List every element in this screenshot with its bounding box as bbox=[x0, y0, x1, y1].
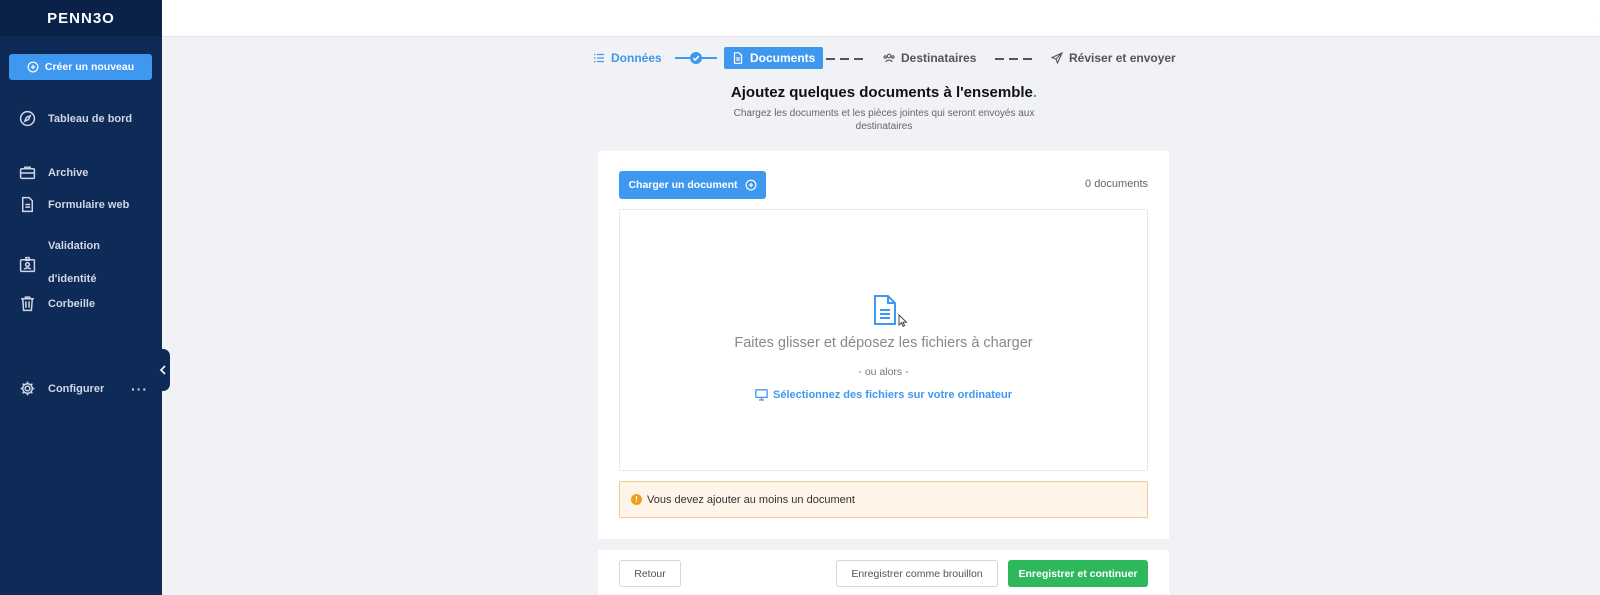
documents-card: Charger un document 0 documents Faites g… bbox=[598, 151, 1169, 539]
page-title-dot: . bbox=[1032, 84, 1038, 101]
sidebar-item-label: Validation d'identité bbox=[48, 230, 100, 296]
sidebar-item-label: Formulaire web bbox=[48, 198, 130, 211]
sidebar-item-webform[interactable]: Formulaire web bbox=[19, 196, 129, 213]
create-new-label: Créer un nouveau bbox=[44, 61, 135, 73]
file-dropzone[interactable]: Faites glisser et déposez les fichiers à… bbox=[619, 209, 1148, 471]
users-icon bbox=[883, 53, 895, 63]
warning-text: Vous devez ajouter au moins un document bbox=[647, 493, 855, 506]
sidebar-item-label: Archive bbox=[48, 166, 89, 179]
plus-circle-icon bbox=[27, 61, 39, 73]
plus-circle-icon bbox=[745, 179, 756, 191]
sidebar-item-label: Corbeille bbox=[48, 297, 96, 310]
document-icon bbox=[733, 52, 743, 64]
gear-icon bbox=[20, 381, 35, 396]
sidebar-item-id-validation[interactable]: Validation d'identité bbox=[19, 230, 100, 296]
compass-icon bbox=[19, 110, 36, 127]
chevron-left-icon bbox=[159, 365, 166, 375]
step-label: Destinataires bbox=[901, 51, 977, 65]
logo[interactable]: PENN3O bbox=[0, 0, 162, 36]
computer-icon bbox=[755, 389, 768, 401]
trash-icon bbox=[21, 296, 34, 312]
page-subtitle: Chargez les documents et les pièces join… bbox=[733, 108, 1035, 132]
step-documents[interactable]: Documents bbox=[724, 47, 824, 69]
step-connector bbox=[826, 58, 868, 60]
mouse-cursor-icon bbox=[898, 314, 908, 328]
document-icon bbox=[21, 196, 34, 213]
create-new-button[interactable]: Créer un nouveau bbox=[9, 54, 152, 80]
top-bar bbox=[162, 0, 1600, 37]
step-label: Données bbox=[611, 51, 662, 65]
step-label: Réviser et envoyer bbox=[1069, 51, 1176, 65]
sidebar-item-label-line2: d'identité bbox=[48, 273, 97, 285]
id-card-icon bbox=[19, 256, 36, 272]
sidebar: PENN3O Créer un nouveau Tableau de bord … bbox=[0, 0, 170, 595]
sidebar-item-label: Configurer bbox=[48, 382, 105, 395]
back-button[interactable]: Retour bbox=[619, 560, 681, 587]
briefcase-icon bbox=[19, 166, 36, 180]
step-label: Documents bbox=[750, 51, 816, 65]
sidebar-item-label-line1: Validation bbox=[48, 240, 100, 252]
save-continue-button[interactable]: Enregistrer et continuer bbox=[1008, 560, 1148, 587]
sidebar-item-label: Tableau de bord bbox=[48, 112, 133, 125]
save-draft-button[interactable]: Enregistrer comme brouillon bbox=[836, 560, 998, 587]
warning-alert: ! Vous devez ajouter au moins un documen… bbox=[619, 481, 1148, 518]
send-icon bbox=[1051, 52, 1063, 64]
select-files-link[interactable]: Sélectionnez des fichiers sur votre ordi… bbox=[620, 389, 1147, 401]
select-files-label: Sélectionnez des fichiers sur votre ordi… bbox=[772, 389, 1012, 401]
document-icon bbox=[874, 295, 896, 325]
more-options-icon[interactable]: ··· bbox=[131, 381, 148, 397]
upload-document-button[interactable]: Charger un document bbox=[619, 171, 766, 199]
dropzone-text: Faites glisser et déposez les fichiers à… bbox=[734, 335, 1033, 351]
upload-document-label: Charger un document bbox=[628, 179, 738, 191]
or-separator: - ou alors - bbox=[858, 366, 909, 378]
sidebar-item-archive[interactable]: Archive bbox=[19, 164, 88, 181]
sidebar-item-trash[interactable]: Corbeille bbox=[19, 295, 95, 312]
step-data[interactable]: Données bbox=[593, 47, 662, 69]
warning-icon: ! bbox=[631, 494, 642, 505]
page-title: Ajoutez quelques documents à l'ensemble. bbox=[620, 84, 1148, 101]
step-review-send[interactable]: Réviser et envoyer bbox=[1051, 47, 1176, 69]
document-count: 0 documents bbox=[1085, 178, 1148, 190]
step-complete-icon bbox=[690, 52, 702, 64]
sidebar-item-dashboard[interactable]: Tableau de bord bbox=[19, 110, 132, 127]
sidebar-item-settings[interactable]: Configurer bbox=[19, 380, 104, 397]
step-recipients[interactable]: Destinataires bbox=[883, 47, 976, 69]
collapse-sidebar-button[interactable] bbox=[155, 349, 170, 391]
footer-actions: Retour Enregistrer comme brouillon Enreg… bbox=[598, 550, 1169, 595]
step-connector bbox=[995, 58, 1037, 60]
page-title-text: Ajoutez quelques documents à l'ensemble bbox=[730, 84, 1033, 101]
list-icon bbox=[594, 53, 604, 63]
